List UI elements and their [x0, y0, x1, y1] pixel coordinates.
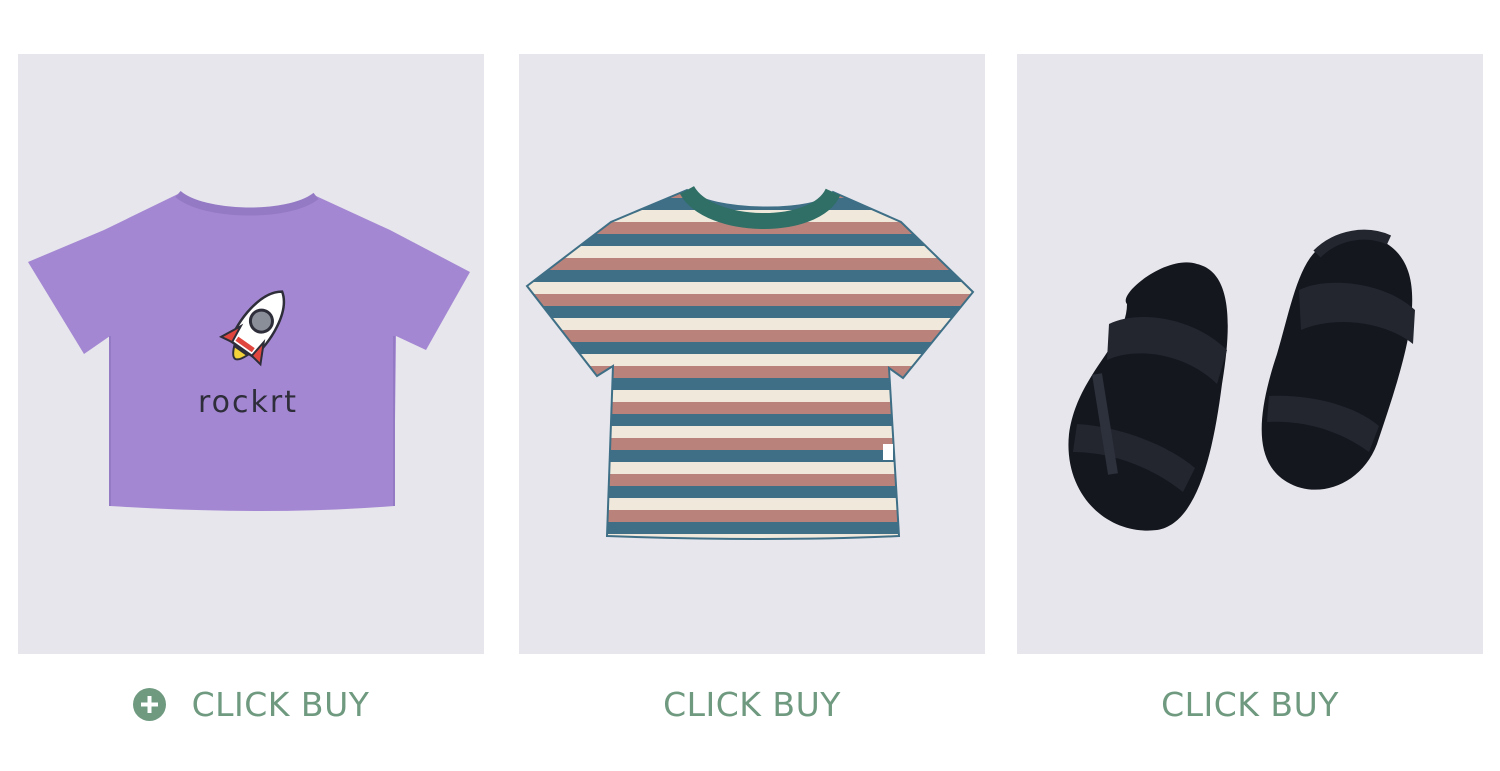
striped-tee-image — [525, 185, 975, 540]
buy-label: CLICK BUY — [663, 684, 841, 724]
buy-label: CLICK BUY — [191, 684, 370, 724]
sandals-image — [1068, 229, 1415, 531]
buy-button-striped-tee[interactable]: CLICK BUY — [519, 676, 985, 732]
tee-print-text: rockrt — [198, 385, 298, 420]
rocket-tee-image: rockrt — [28, 190, 470, 511]
buy-button-sandals[interactable]: CLICK BUY — [1017, 676, 1483, 732]
plus-circle-icon — [132, 687, 166, 721]
buy-label: CLICK BUY — [1161, 684, 1339, 724]
buy-button-rocket-tee[interactable]: CLICK BUY — [18, 676, 484, 732]
product-card-striped-tee[interactable] — [519, 54, 985, 654]
product-card-rocket-tee[interactable]: rockrt — [18, 54, 484, 654]
product-card-sandals[interactable] — [1017, 54, 1483, 654]
